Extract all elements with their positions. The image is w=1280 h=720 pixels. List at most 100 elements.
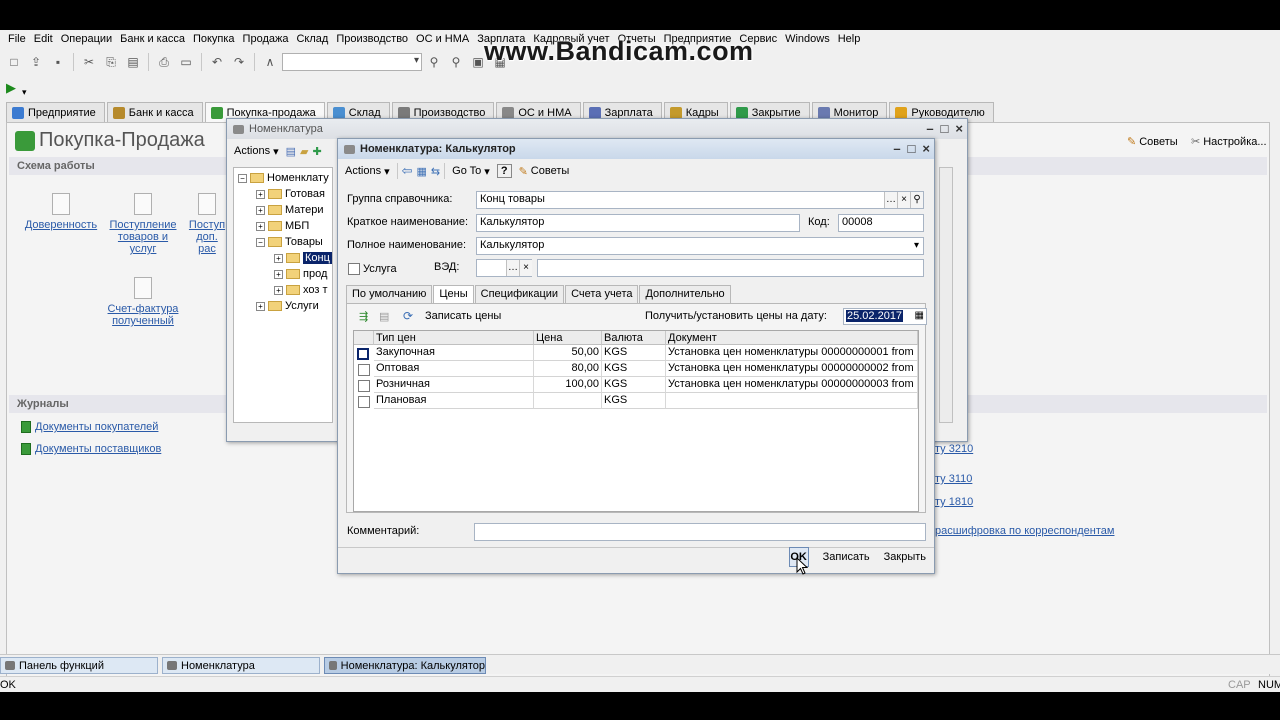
tab-bank[interactable]: Банк и касса <box>106 102 203 122</box>
task-nomenclature[interactable]: Номенклатура <box>162 657 320 674</box>
tab-specifications[interactable]: Спецификации <box>474 285 565 303</box>
select-button[interactable]: … <box>884 192 897 208</box>
dropdown-icon[interactable]: ▾ <box>22 87 27 98</box>
save-button[interactable]: Записать <box>823 551 870 563</box>
menu-sales[interactable]: Продажа <box>239 33 293 45</box>
actions-button[interactable]: Actions ▾ <box>342 165 393 178</box>
menu-purchase[interactable]: Покупка <box>189 33 239 45</box>
search-combo[interactable] <box>282 53 422 71</box>
report-link-correspondents[interactable]: расшифровка по корреспондентам <box>935 525 1114 537</box>
short-name-field[interactable]: Калькулятор <box>476 214 800 232</box>
tree-item[interactable]: − Товары <box>256 234 323 250</box>
group-field[interactable]: Конц товары <box>476 191 924 209</box>
price-cell[interactable]: 50,00 <box>534 345 602 361</box>
tree-item[interactable]: + Матери <box>256 202 323 218</box>
tree-item[interactable]: + МБП <box>256 218 309 234</box>
maximize-icon[interactable]: □ <box>941 121 949 136</box>
print-prices-icon[interactable]: ▤ <box>379 310 389 323</box>
report-link-1810[interactable]: ту 1810 <box>935 496 973 508</box>
service-checkbox[interactable] <box>348 263 360 275</box>
refresh-icon[interactable]: ⇆ <box>431 165 440 178</box>
add-icon[interactable]: ▤ <box>286 145 296 158</box>
currency-cell[interactable]: KGS <box>602 393 666 409</box>
price-type-cell[interactable]: Закупочная <box>374 345 534 361</box>
menu-bank[interactable]: Банк и касса <box>116 33 189 45</box>
expand-icon[interactable]: + <box>256 301 265 311</box>
tips-link[interactable]: ✎ Советы <box>1127 135 1178 149</box>
clear-icon[interactable]: × <box>897 192 910 208</box>
ved-description-field[interactable] <box>537 259 924 277</box>
close-icon[interactable]: × <box>922 141 930 156</box>
minimize-icon[interactable]: – <box>926 121 933 136</box>
document-cell[interactable] <box>666 393 918 409</box>
menu-production[interactable]: Производство <box>332 33 412 45</box>
expand-icon[interactable]: + <box>274 253 283 263</box>
currency-cell[interactable]: KGS <box>602 361 666 377</box>
report-link-3210[interactable]: ту 3210 <box>935 443 973 455</box>
tab-accounts[interactable]: Счета учета <box>565 285 639 303</box>
copy-icon[interactable]: ✚ <box>312 145 321 158</box>
price-cell[interactable]: 100,00 <box>534 377 602 393</box>
currency-cell[interactable]: KGS <box>602 345 666 361</box>
comment-field[interactable] <box>474 523 926 541</box>
table-header[interactable]: Документ <box>666 331 918 345</box>
expand-icon[interactable]: + <box>274 285 283 295</box>
back-icon[interactable]: ⇦ <box>402 163 413 179</box>
add-folder-icon[interactable]: ▰ <box>300 145 308 158</box>
tree-item[interactable]: + хоз т <box>274 282 328 298</box>
find-next-icon[interactable]: ⚲ <box>424 52 444 72</box>
row-checkbox[interactable] <box>358 380 370 392</box>
run-icon[interactable]: ▶ <box>6 80 16 96</box>
table-header[interactable]: Цена <box>534 331 602 345</box>
collapse-icon[interactable]: − <box>238 173 247 183</box>
report-link-3110[interactable]: ту 3110 <box>935 473 972 485</box>
undo-icon[interactable]: ↶ <box>207 52 227 72</box>
tree-item-selected[interactable]: + Конц <box>274 250 332 266</box>
price-type-cell[interactable]: Плановая <box>374 393 534 409</box>
price-type-cell[interactable]: Розничная <box>374 377 534 393</box>
tree-item[interactable]: + Услуги <box>256 298 319 314</box>
write-prices-button[interactable]: Записать цены <box>425 310 501 322</box>
preview-icon[interactable]: ▭ <box>176 52 196 72</box>
price-cell[interactable] <box>534 393 602 409</box>
scheme-item-receipt[interactable]: Поступление товаров и услуг <box>107 193 179 255</box>
new-icon[interactable]: □ <box>4 52 24 72</box>
row-checkbox[interactable] <box>358 396 370 408</box>
goto-button[interactable]: Go To ▾ <box>449 165 493 178</box>
scheme-item-power-of-attorney[interactable]: Доверенность <box>23 193 99 231</box>
search-icon[interactable]: ⚲ <box>910 192 923 208</box>
task-functions-panel[interactable]: Панель функций <box>0 657 158 674</box>
settings-link[interactable]: ✂ Настройка... <box>1191 135 1267 149</box>
menu-edit[interactable]: Edit <box>30 33 57 45</box>
help-button[interactable]: ? <box>496 164 512 178</box>
actions-button[interactable]: Actions ▾ <box>231 145 282 158</box>
journal-supplier-docs[interactable]: Документы поставщиков <box>21 443 161 455</box>
minimize-icon[interactable]: – <box>893 141 900 156</box>
maximize-icon[interactable]: □ <box>908 141 916 156</box>
cut-icon[interactable]: ✂ <box>79 52 99 72</box>
currency-cell[interactable]: KGS <box>602 377 666 393</box>
close-icon[interactable]: × <box>955 121 963 136</box>
tab-enterprise[interactable]: Предприятие <box>6 102 105 122</box>
tab-defaults[interactable]: По умолчанию <box>346 285 433 303</box>
expand-icon[interactable]: + <box>256 221 265 231</box>
scheme-item-additional-costs[interactable]: Поступ доп. рас <box>187 193 227 255</box>
close-button[interactable]: Закрыть <box>884 551 926 563</box>
tree-item[interactable]: + прод <box>274 266 327 282</box>
tree-root[interactable]: − Номенклату <box>238 170 329 186</box>
expand-icon[interactable]: + <box>274 269 283 279</box>
journal-buyer-docs[interactable]: Документы покупателей <box>21 421 158 433</box>
price-type-cell[interactable]: Оптовая <box>374 361 534 377</box>
menu-help[interactable]: Help <box>834 33 865 45</box>
chevron-down-icon[interactable]: ▾ <box>910 238 923 254</box>
collapse-icon[interactable]: − <box>256 237 265 247</box>
find-icon[interactable]: ∧ <box>260 52 280 72</box>
list-icon[interactable]: ▦ <box>417 165 427 178</box>
refresh-prices-icon[interactable]: ⟳ <box>403 309 413 323</box>
scheme-item-invoice-received[interactable]: Счет-фактура полученный <box>105 277 181 327</box>
document-cell[interactable]: Установка цен номенклатуры 00000000001 f… <box>666 345 918 361</box>
expand-icon[interactable]: + <box>256 189 265 199</box>
table-header[interactable]: Тип цен <box>374 331 534 345</box>
find-prev-icon[interactable]: ⚲ <box>446 52 466 72</box>
code-field[interactable]: 00008 <box>838 214 924 232</box>
